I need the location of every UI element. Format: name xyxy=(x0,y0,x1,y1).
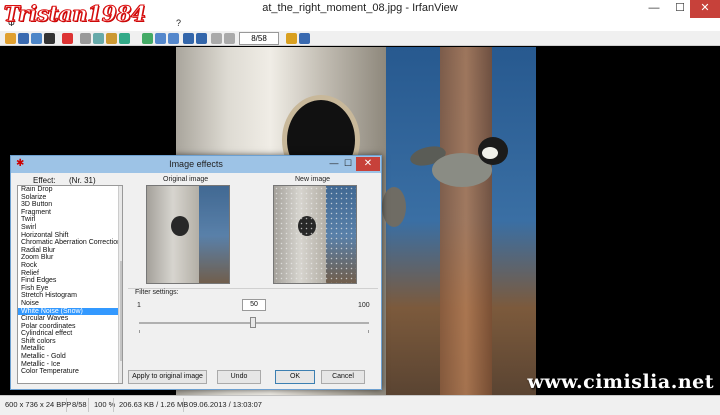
bird-flying xyxy=(408,137,510,197)
next-folder-icon[interactable] xyxy=(224,33,235,44)
bird-perched xyxy=(382,187,406,227)
status-index: 8/58 xyxy=(72,400,87,409)
apply-to-original-button[interactable]: Apply to original image xyxy=(128,370,207,384)
status-dimensions: 600 x 736 x 24 BPP xyxy=(5,400,72,409)
bird-cheek xyxy=(482,147,498,159)
effect-list-item[interactable]: Rain Drop xyxy=(18,186,122,194)
effect-list-item[interactable]: Fragment xyxy=(18,209,122,217)
minimize-button[interactable]: — xyxy=(641,0,667,18)
image-effects-dialog: ✱ Image effects — ☐ ✕ Effect: (Nr. 31) R… xyxy=(10,155,382,390)
dialog-title: Image effects xyxy=(169,159,223,169)
effect-list-item[interactable]: Horizontal Shift xyxy=(18,232,122,240)
image-counter: 8/58 xyxy=(239,32,279,45)
effect-list-item[interactable]: Rock xyxy=(18,262,122,270)
cancel-button[interactable]: Cancel xyxy=(321,370,365,384)
close-button[interactable]: ✕ xyxy=(690,0,720,18)
menu-item-help[interactable]: ? xyxy=(176,18,181,28)
effect-list-item[interactable]: Metallic xyxy=(18,345,122,353)
slider-ticks xyxy=(139,330,369,333)
effect-list-item[interactable]: Find Edges xyxy=(18,277,122,285)
slider-value-input[interactable]: 50 xyxy=(242,299,266,311)
dialog-title-bar: ✱ Image effects — ☐ ✕ xyxy=(11,156,381,173)
effect-list-item[interactable]: Swirl xyxy=(18,224,122,232)
effect-list-item[interactable]: Metallic - Gold xyxy=(18,353,122,361)
logo-watermark: Tristan1984 xyxy=(4,1,147,27)
status-datetime: 09.06.2013 / 13:03:07 xyxy=(189,400,262,409)
undo-button[interactable]: Undo xyxy=(217,370,261,384)
effect-list-item[interactable]: Polar coordinates xyxy=(18,323,122,331)
scrollbar-thumb[interactable] xyxy=(120,261,122,361)
preview-tint xyxy=(147,186,229,283)
status-divider xyxy=(113,398,114,412)
effect-list-item[interactable]: Zoom Blur xyxy=(18,254,122,262)
effect-list-item[interactable]: Cylindrical effect xyxy=(18,330,122,338)
effect-list-item[interactable]: Noise xyxy=(18,300,122,308)
effect-list-item[interactable]: Color Temperature xyxy=(18,368,122,376)
original-image-preview xyxy=(146,185,230,284)
filter-slider-thumb[interactable] xyxy=(249,317,256,328)
slider-min-label: 1 xyxy=(137,302,141,309)
effect-list-item[interactable]: Twirl xyxy=(18,216,122,224)
dialog-minimize-button[interactable]: — xyxy=(327,157,341,170)
status-divider xyxy=(88,398,89,412)
effect-list-item[interactable]: Shift colors xyxy=(18,338,122,346)
ok-button[interactable]: OK xyxy=(275,370,315,384)
status-divider xyxy=(183,398,184,412)
dialog-maximize-button[interactable]: ☐ xyxy=(341,157,355,170)
effect-list-item[interactable]: 3D Button xyxy=(18,201,122,209)
dialog-close-button[interactable]: ✕ xyxy=(356,157,380,171)
filter-settings-label: Filter settings: xyxy=(135,289,179,296)
preview-tint xyxy=(274,186,356,283)
effect-list-item[interactable]: Chromatic Aberration Correction xyxy=(18,239,122,247)
effect-label: Effect: xyxy=(33,176,56,185)
original-image-caption: Original image xyxy=(163,176,209,183)
tree-bark xyxy=(440,47,492,395)
effect-list-item[interactable]: Solarize xyxy=(18,194,122,202)
prev-icon[interactable] xyxy=(183,33,194,44)
new-image-preview xyxy=(273,185,357,284)
status-size: 206.63 KB / 1.26 MB xyxy=(119,400,189,409)
prev-folder-icon[interactable] xyxy=(211,33,222,44)
effect-list-item[interactable]: Stretch Histogram xyxy=(18,292,122,300)
settings-icon[interactable] xyxy=(299,33,310,44)
slider-max-label: 100 xyxy=(358,302,370,309)
next-icon[interactable] xyxy=(196,33,207,44)
effect-list-item[interactable]: Relief xyxy=(18,270,122,278)
effect-list-item[interactable]: Circular Waves xyxy=(18,315,122,323)
effect-list-item[interactable]: Metallic - Ice xyxy=(18,361,122,369)
effect-list-scrollbar[interactable] xyxy=(118,186,122,383)
status-bar: 600 x 736 x 24 BPP 8/58 100 % 206.63 KB … xyxy=(0,395,720,415)
site-watermark: www.cimislia.net xyxy=(527,371,714,393)
status-divider xyxy=(66,398,67,412)
effect-number: (Nr. 31) xyxy=(69,176,96,185)
edit-icon[interactable] xyxy=(286,33,297,44)
irfanview-window: at_the_right_moment_08.jpg - IrfanView —… xyxy=(0,0,720,415)
effect-list[interactable]: Rain Drop Solarize 3D Button Fragment Twirl S… xyxy=(17,185,123,384)
effect-list-item[interactable]: White Noise (Snow) xyxy=(18,307,122,316)
new-image-caption: New image xyxy=(295,176,331,183)
effect-list-item[interactable]: Fish Eye xyxy=(18,285,122,293)
effect-list-item[interactable]: Radial Blur xyxy=(18,247,122,255)
